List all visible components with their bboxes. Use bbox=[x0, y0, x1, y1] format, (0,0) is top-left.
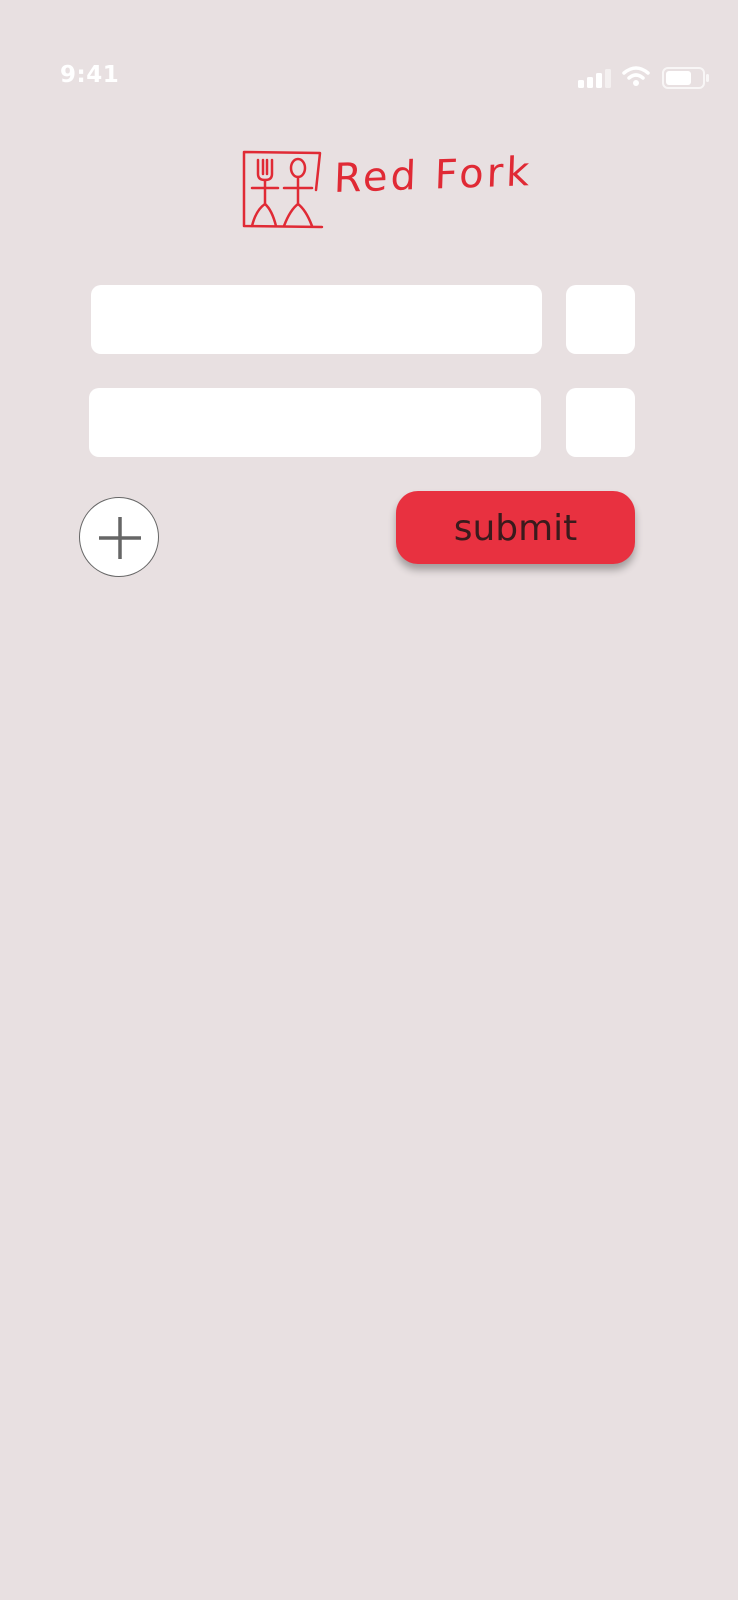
battery-icon bbox=[662, 67, 709, 89]
item-name-input-1[interactable] bbox=[91, 285, 542, 354]
item-name-input-2[interactable] bbox=[89, 388, 541, 457]
quantity-input-2[interactable] bbox=[566, 388, 635, 457]
signal-icon bbox=[578, 69, 611, 88]
status-bar: 9:41 bbox=[0, 0, 738, 110]
fork-and-person-logo-icon bbox=[242, 150, 324, 229]
status-time: 9:41 bbox=[60, 62, 120, 88]
brand-logo: Red Fork bbox=[242, 149, 533, 230]
submit-button[interactable]: submit bbox=[396, 491, 635, 564]
plus-icon bbox=[99, 517, 141, 559]
wifi-icon bbox=[622, 66, 650, 86]
brand-name: Red Fork bbox=[333, 149, 534, 203]
quantity-input-1[interactable] bbox=[566, 285, 635, 354]
add-row-button[interactable] bbox=[79, 497, 159, 577]
